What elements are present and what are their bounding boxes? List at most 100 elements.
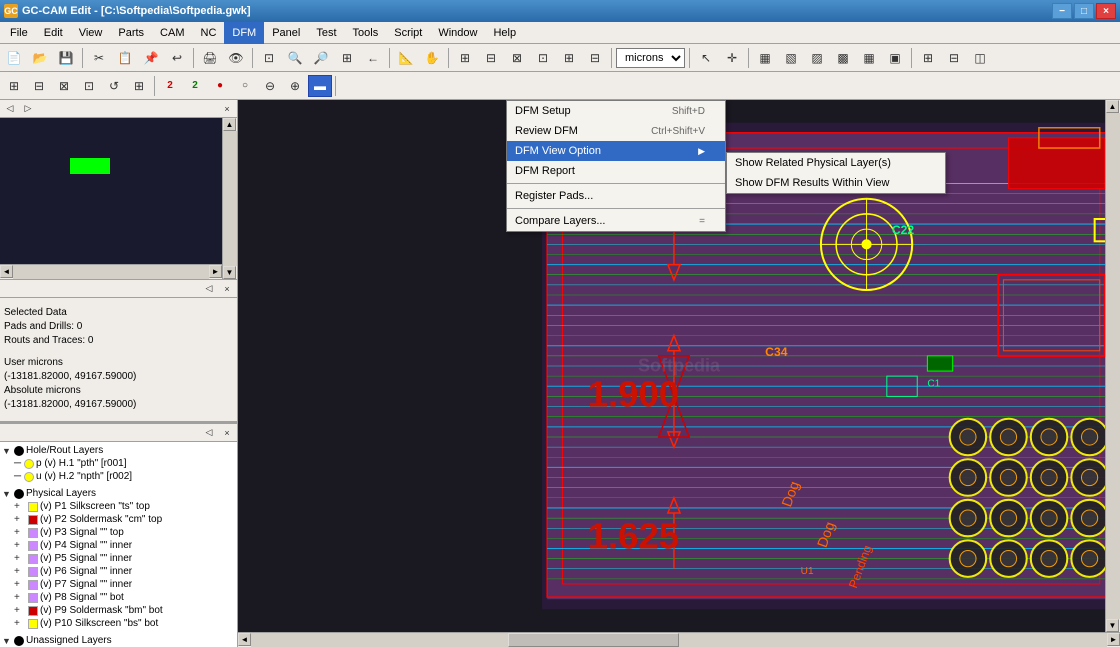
copy-button[interactable]: 📋: [113, 47, 137, 69]
extra3[interactable]: ◫: [968, 47, 992, 69]
tree-item-p8[interactable]: + (v) P8 Signal "" bot: [0, 591, 237, 604]
preview-close[interactable]: ×: [219, 102, 235, 116]
cross-btn[interactable]: ✛: [720, 47, 744, 69]
preview-vscroll[interactable]: ▲ ▼: [222, 118, 237, 279]
menu-window[interactable]: Window: [430, 22, 485, 44]
menu-dfm[interactable]: DFM: [224, 22, 264, 44]
info-tb1[interactable]: ◁: [201, 282, 217, 296]
tree-tb1[interactable]: ◁: [201, 426, 217, 440]
tree-close[interactable]: ×: [219, 426, 235, 440]
tree-item-p7[interactable]: + (v) P7 Signal "" inner: [0, 578, 237, 591]
layer-btn2[interactable]: ▧: [779, 47, 803, 69]
tree-header-hole-rout[interactable]: ▼ Hole/Rout Layers: [0, 444, 237, 457]
snap5[interactable]: ↺: [102, 75, 126, 97]
tree-item-p9[interactable]: + (v) P9 Soldermask "bm" bot: [0, 604, 237, 617]
canvas-scroll-down[interactable]: ▼: [1106, 619, 1119, 632]
menu-script[interactable]: Script: [386, 22, 430, 44]
scroll-right[interactable]: ►: [209, 265, 222, 278]
canvas-vscroll[interactable]: ▲ ▼: [1105, 100, 1120, 632]
snap4[interactable]: ⊡: [77, 75, 101, 97]
minimize-button[interactable]: −: [1052, 3, 1072, 19]
preview-hscroll[interactable]: ◄ ►: [0, 264, 222, 279]
grid1[interactable]: ⊞: [453, 47, 477, 69]
extra2[interactable]: ⊟: [942, 47, 966, 69]
canvas-hscroll-left[interactable]: ◄: [238, 633, 251, 646]
cnt4[interactable]: ○: [233, 75, 257, 97]
extra1[interactable]: ⊞: [916, 47, 940, 69]
layer-btn4[interactable]: ▩: [831, 47, 855, 69]
print-button[interactable]: 🖨: [198, 47, 222, 69]
compare-layers-item[interactable]: Compare Layers... =: [507, 211, 725, 231]
review-dfm-item[interactable]: Review DFM Ctrl+Shift+V: [507, 121, 725, 141]
measure[interactable]: 📐: [394, 47, 418, 69]
show-related-item[interactable]: Show Related Physical Layer(s): [727, 153, 945, 173]
tree-item-p2[interactable]: + (v) P2 Soldermask "cm" top: [0, 513, 237, 526]
layer-btn6[interactable]: ▣: [883, 47, 907, 69]
register-pads-item[interactable]: Register Pads...: [507, 186, 725, 206]
scroll-up[interactable]: ▲: [223, 118, 236, 131]
grid5[interactable]: ⊞: [557, 47, 581, 69]
preview-tb1[interactable]: ◁: [2, 102, 18, 116]
tree-item-h1[interactable]: ─ p (v) H.1 "pth" [r001]: [0, 457, 237, 470]
dfm-view-option-item[interactable]: DFM View Option ▶: [507, 141, 725, 161]
snap6[interactable]: ⊞: [127, 75, 151, 97]
grid3[interactable]: ⊠: [505, 47, 529, 69]
tree-header-unassigned[interactable]: ▼ Unassigned Layers: [0, 634, 237, 647]
canvas-area[interactable]: C22 C34 0.525: [238, 100, 1120, 632]
tree-item-p4[interactable]: + (v) P4 Signal "" inner: [0, 539, 237, 552]
menu-view[interactable]: View: [71, 22, 111, 44]
cnt2[interactable]: 2: [183, 75, 207, 97]
cnt1[interactable]: 2: [158, 75, 182, 97]
grid2[interactable]: ⊟: [479, 47, 503, 69]
menu-test[interactable]: Test: [308, 22, 344, 44]
cursor-btn[interactable]: ↖: [694, 47, 718, 69]
canvas-hscroll[interactable]: ◄ ►: [238, 632, 1120, 647]
close-button[interactable]: ×: [1096, 3, 1116, 19]
snap1[interactable]: ⊞: [2, 75, 26, 97]
cnt5[interactable]: ⊖: [258, 75, 282, 97]
tree-item-p5[interactable]: + (v) P5 Signal "" inner: [0, 552, 237, 565]
paste-button[interactable]: 📌: [139, 47, 163, 69]
info-close[interactable]: ×: [219, 282, 235, 296]
menu-edit[interactable]: Edit: [36, 22, 71, 44]
layer-btn3[interactable]: ▨: [805, 47, 829, 69]
preview-tb2[interactable]: ▷: [20, 102, 36, 116]
tree-item-p3[interactable]: + (v) P3 Signal "" top: [0, 526, 237, 539]
cnt7[interactable]: ▬: [308, 75, 332, 97]
zoom-fit[interactable]: ⊡: [257, 47, 281, 69]
snap2[interactable]: ⊟: [27, 75, 51, 97]
new-button[interactable]: 📄: [2, 47, 26, 69]
cnt3[interactable]: ●: [208, 75, 232, 97]
save-button[interactable]: 💾: [54, 47, 78, 69]
menu-tools[interactable]: Tools: [345, 22, 387, 44]
menu-cam[interactable]: CAM: [152, 22, 192, 44]
menu-file[interactable]: File: [2, 22, 36, 44]
cut-button[interactable]: ✂: [87, 47, 111, 69]
dfm-setup-item[interactable]: DFM Setup Shift+D: [507, 101, 725, 121]
scroll-down[interactable]: ▼: [223, 266, 236, 279]
tree-item-h2[interactable]: ─ u (v) H.2 "npth" [r002]: [0, 470, 237, 483]
menu-help[interactable]: Help: [485, 22, 524, 44]
zoom-out[interactable]: 🔎: [309, 47, 333, 69]
tree-item-p1[interactable]: + (v) P1 Silkscreen "ts" top: [0, 500, 237, 513]
zoom-in[interactable]: 🔍: [283, 47, 307, 69]
layer-btn1[interactable]: ▦: [753, 47, 777, 69]
preview-button[interactable]: 👁: [224, 47, 248, 69]
maximize-button[interactable]: □: [1074, 3, 1094, 19]
canvas-scroll-up[interactable]: ▲: [1106, 100, 1119, 113]
scroll-left[interactable]: ◄: [0, 265, 13, 278]
tree-item-p6[interactable]: + (v) P6 Signal "" inner: [0, 565, 237, 578]
layer-btn5[interactable]: ▦: [857, 47, 881, 69]
pan[interactable]: ✋: [420, 47, 444, 69]
grid6[interactable]: ⊟: [583, 47, 607, 69]
zoom-select[interactable]: ⊞: [335, 47, 359, 69]
menu-parts[interactable]: Parts: [110, 22, 152, 44]
show-dfm-results-item[interactable]: Show DFM Results Within View: [727, 173, 945, 193]
snap3[interactable]: ⊠: [52, 75, 76, 97]
undo-button[interactable]: ↩: [165, 47, 189, 69]
open-button[interactable]: 📂: [28, 47, 52, 69]
dfm-report-item[interactable]: DFM Report: [507, 161, 725, 181]
tree-header-physical[interactable]: ▼ Physical Layers: [0, 487, 237, 500]
cnt6[interactable]: ⊕: [283, 75, 307, 97]
canvas-hscroll-right[interactable]: ►: [1107, 633, 1120, 646]
